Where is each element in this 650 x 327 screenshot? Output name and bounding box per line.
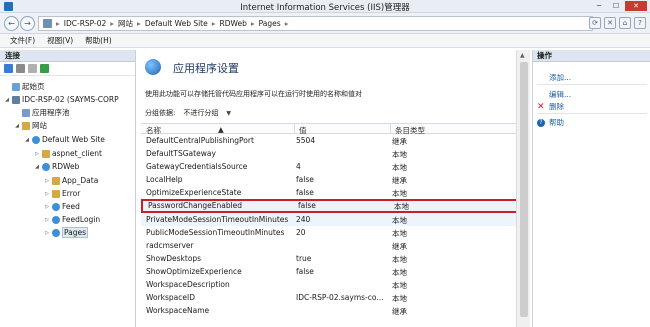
table-row[interactable]: DefaultTSGateway 本地 (141, 147, 529, 160)
window-title: Internet Information Services (IIS)管理器 (240, 3, 410, 13)
server-icon (12, 95, 20, 104)
sort-ascending-icon: ▲ (218, 125, 224, 134)
vertical-scrollbar[interactable]: ▲ (516, 50, 530, 327)
menu-bar: 文件(F) 视图(V) 帮助(H) (0, 34, 650, 48)
delete-action[interactable]: ✕ 删除 (537, 101, 564, 112)
tree-item-start-page[interactable]: 起始页 (4, 81, 45, 92)
group-by-label: 分组依据: (145, 109, 176, 117)
breadcrumb[interactable]: ▸ IDC-RSP-02 ▸ 网站 ▸ Default Web Site ▸ R… (38, 16, 593, 31)
globe-icon (52, 202, 60, 211)
table-row[interactable]: PrivateModeSessionTimeoutInMinutes 240 本地 (141, 212, 529, 226)
table-row[interactable]: ShowDesktops true 本地 (141, 252, 529, 265)
tree-item-app-pools[interactable]: 应用程序池 (14, 107, 70, 118)
settings-grid-header: 名称 ▲ 值 条目类型 (141, 123, 529, 135)
tree-item-feedlogin[interactable]: ▷ FeedLogin (44, 214, 100, 225)
scroll-up-icon[interactable]: ▲ (520, 52, 525, 59)
minimize-button[interactable]: ─ (591, 1, 607, 11)
breadcrumb-server[interactable]: IDC-RSP-02 (64, 19, 107, 28)
add-icon (537, 74, 545, 82)
settings-grid: DefaultCentralPublishingPort 5504 继承 Defau… (141, 134, 529, 317)
back-button[interactable]: ← (4, 16, 19, 31)
app-pool-icon (22, 108, 30, 117)
folder-icon (22, 121, 30, 130)
table-row-selected[interactable]: PasswordChangeEnabled false 本地 (141, 199, 529, 213)
connections-pane: 连接 起始页 ◢ IDC-RSP-02 (SAYMS-CORP 应用程序池 ◢ … (0, 50, 136, 327)
stop-icon[interactable]: ✕ (604, 17, 616, 29)
add-action[interactable]: 添加... (537, 72, 571, 83)
table-row[interactable]: GatewayCredentialsSource 4 本地 (141, 160, 529, 173)
maximize-button[interactable]: ☐ (608, 1, 624, 11)
close-button[interactable]: ✕ (625, 1, 647, 11)
page-description: 使用此功能可以存储托管代码应用程序可以在运行时使用的名称和值对 (145, 90, 362, 98)
table-row[interactable]: PublicModeSessionTimeoutInMinutes 20 本地 (141, 226, 529, 239)
help-icon[interactable]: ? (634, 17, 646, 29)
tree-item-sites[interactable]: ◢ 网站 (14, 120, 47, 131)
table-row[interactable]: OptimizeExperienceState false 本地 (141, 186, 529, 199)
help-icon: ? (537, 118, 545, 127)
table-row[interactable]: DefaultCentralPublishingPort 5504 继承 (141, 134, 529, 147)
start-page-icon (12, 82, 20, 91)
tree-item-feed[interactable]: ▷ Feed (44, 201, 80, 212)
tree-item-aspnet-client[interactable]: ▷ aspnet_client (34, 148, 102, 159)
breadcrumb-default-web-site[interactable]: Default Web Site (145, 19, 208, 28)
globe-icon (32, 135, 40, 144)
chevron-down-icon[interactable]: ▼ (226, 110, 231, 117)
tree-item-default-web-site[interactable]: ◢ Default Web Site (24, 134, 105, 145)
connections-toolbar (0, 62, 135, 76)
edit-icon (537, 91, 545, 99)
actions-pane: 操作 添加... 编辑... ✕ 删除 ? 帮助 (532, 50, 650, 327)
help-action[interactable]: ? 帮助 (537, 117, 564, 128)
group-by-control[interactable]: 分组依据: 不进行分组 ▼ (145, 108, 231, 118)
app-settings-icon (145, 59, 161, 75)
delete-icon: ✕ (537, 101, 545, 112)
divider-icon (28, 64, 37, 73)
connections-header: 连接 (0, 50, 135, 62)
tree-item-app-data[interactable]: ▷ App_Data (44, 175, 98, 186)
server-icon (43, 19, 52, 28)
scrollbar-thumb[interactable] (520, 62, 528, 317)
tree-item-error[interactable]: ▷ Error (44, 188, 80, 199)
actions-header: 操作 (533, 50, 650, 62)
tree-item-server[interactable]: ◢ IDC-RSP-02 (SAYMS-CORP (4, 94, 119, 105)
connect-icon[interactable] (4, 64, 13, 73)
globe-icon (52, 228, 60, 237)
table-row[interactable]: WorkspaceDescription 本地 (141, 278, 529, 291)
group-by-value[interactable]: 不进行分组 (183, 108, 218, 118)
table-row[interactable]: WorkspaceName 继承 (141, 304, 529, 317)
folder-icon (52, 176, 60, 185)
menu-view[interactable]: 视图(V) (47, 35, 73, 46)
tree-item-rdweb[interactable]: ◢ RDWeb (34, 161, 79, 172)
home-icon[interactable]: ⌂ (619, 17, 631, 29)
save-icon[interactable] (16, 64, 25, 73)
globe-icon (52, 215, 60, 224)
folder-icon (52, 189, 60, 198)
tree-item-pages[interactable]: ▷ Pages (44, 227, 89, 238)
forward-button[interactable]: → (20, 16, 35, 31)
breadcrumb-sites[interactable]: 网站 (118, 18, 133, 29)
edit-action[interactable]: 编辑... (537, 89, 571, 100)
table-row[interactable]: WorkspaceID IDC-RSP-02.sayms-co... 本地 (141, 291, 529, 304)
up-icon[interactable] (40, 64, 49, 73)
title-bar: Internet Information Services (IIS)管理器 ─… (0, 0, 650, 13)
folder-icon (42, 149, 50, 158)
table-row[interactable]: LocalHelp false 继承 (141, 173, 529, 186)
breadcrumb-rdweb[interactable]: RDWeb (220, 19, 247, 28)
table-row[interactable]: ShowOptimizeExperience false 本地 (141, 265, 529, 278)
refresh-icon[interactable]: ⟳ (589, 17, 601, 29)
address-bar: ← → ▸ IDC-RSP-02 ▸ 网站 ▸ Default Web Site… (0, 13, 650, 34)
app-settings-pane: 应用程序设置 使用此功能可以存储托管代码应用程序可以在运行时使用的名称和值对 分… (137, 50, 531, 327)
menu-help[interactable]: 帮助(H) (85, 35, 112, 46)
page-title: 应用程序设置 (173, 62, 239, 75)
globe-icon (42, 162, 50, 171)
table-row[interactable]: radcmserver 继承 (141, 239, 529, 252)
breadcrumb-pages[interactable]: Pages (259, 19, 281, 28)
menu-file[interactable]: 文件(F) (10, 35, 35, 46)
